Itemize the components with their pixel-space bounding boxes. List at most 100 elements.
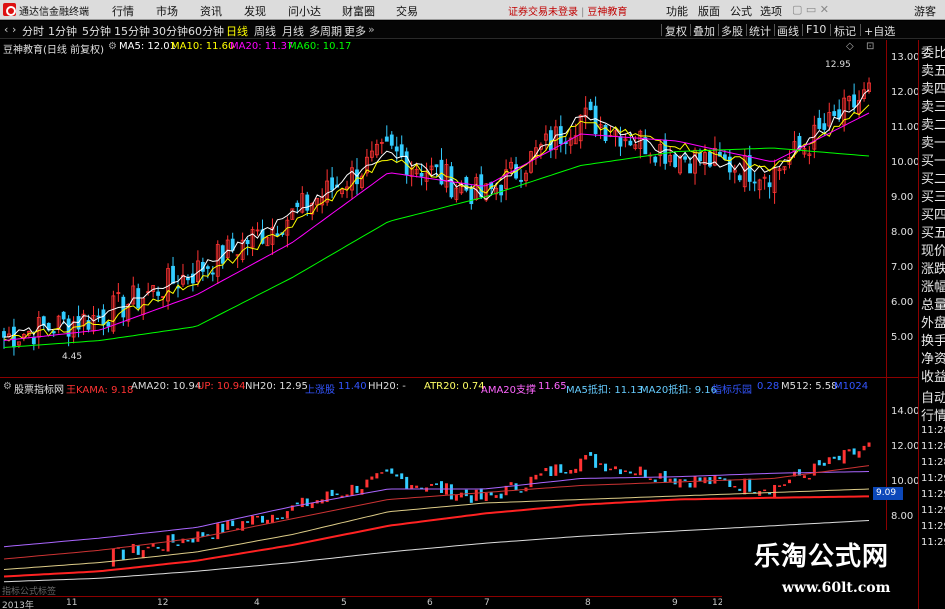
indicator-candle (280, 517, 284, 519)
quote-label: 买一 (921, 154, 945, 169)
indicator-candle (837, 455, 841, 461)
indicator-candle (246, 521, 250, 523)
add-favorite-button[interactable]: +自选 (864, 23, 895, 39)
indicator-candle (499, 493, 503, 499)
low-price-label: 4.45 (62, 352, 83, 362)
indicator-name[interactable]: 股票指标网 (14, 381, 64, 396)
axis-divider (886, 40, 887, 595)
menu-quotes[interactable]: 行情 (112, 3, 134, 19)
settings-gear-icon[interactable]: ⚙ (108, 41, 117, 52)
indicator-candle (335, 493, 339, 496)
tab-60min[interactable]: 60分钟 (188, 23, 224, 39)
multi-stock-button[interactable]: 多股 (721, 23, 743, 39)
tab-5min[interactable]: 5分钟 (82, 23, 111, 39)
menu-ask[interactable]: 问小达 (288, 3, 321, 19)
indicator-candle (613, 466, 617, 470)
menu-functions[interactable]: 功能 (666, 3, 688, 19)
indicator-gear-icon[interactable]: ⚙ (3, 381, 12, 392)
draw-line-button[interactable]: 画线 (777, 23, 799, 39)
menu-news[interactable]: 资讯 (200, 3, 222, 19)
indicator-candle (345, 494, 349, 496)
candle (628, 140, 633, 146)
price-tick: 8.00 (891, 227, 914, 238)
auto-toggle[interactable]: 自动 (921, 387, 945, 406)
f10-button[interactable]: F10 (806, 23, 826, 36)
quote-label: 买四 (921, 208, 945, 223)
quote-label: 买二 (921, 172, 945, 187)
candle (330, 177, 335, 191)
indicator-candle (599, 463, 603, 465)
pane-divider[interactable] (0, 377, 918, 378)
indicator-candle (464, 489, 468, 497)
menu-trade[interactable]: 交易 (396, 3, 418, 19)
indicator-candle (176, 544, 180, 546)
chart-close-icon[interactable]: ⊡ (866, 41, 874, 52)
tick-time: 11:28 (921, 441, 945, 452)
price-chart[interactable] (0, 54, 886, 377)
app-title: 通达信金融终端 (19, 7, 89, 18)
nav-right-icon[interactable]: › (12, 23, 16, 36)
indicator-candle (385, 469, 389, 472)
candle (588, 101, 593, 111)
menu-discover[interactable]: 发现 (244, 3, 266, 19)
mark-button[interactable]: 标记 (834, 23, 856, 39)
indicator-candle (703, 477, 707, 484)
menu-options[interactable]: 选项 (760, 3, 782, 19)
moving-average-lines (3, 89, 870, 348)
menu-market[interactable]: 市场 (156, 3, 178, 19)
candle (2, 331, 6, 338)
tab-monthly[interactable]: 月线 (282, 23, 304, 39)
indicator-candle (111, 548, 115, 567)
menu-wealth[interactable]: 财富圈 (342, 3, 375, 19)
tab-daily[interactable]: 日线 (226, 23, 248, 39)
candle (499, 184, 504, 196)
candle (653, 156, 658, 163)
tab-15min[interactable]: 15分钟 (114, 23, 150, 39)
ind-paradise-value: 0.28 (757, 381, 780, 392)
indicator-candle (295, 502, 299, 505)
indicator-candle (673, 478, 677, 485)
nav-left-icon[interactable]: ‹ (4, 23, 8, 36)
menu-formula[interactable]: 公式 (730, 3, 752, 19)
tab-multi-period[interactable]: 多周期 (309, 23, 342, 39)
indicator-candle (131, 543, 135, 554)
tab-weekly[interactable]: 周线 (254, 23, 276, 39)
candle (688, 163, 692, 174)
chart-diamond-icon[interactable]: ◇ (846, 41, 854, 52)
indicator-candle (484, 492, 488, 501)
candle (205, 266, 210, 269)
overlay-button[interactable]: 叠加 (693, 23, 715, 39)
tab-timeshare[interactable]: 分时 (22, 23, 44, 39)
indicator-candle (166, 535, 170, 552)
menu-layout[interactable]: 版面 (698, 3, 720, 19)
ind-up-stock: 上涨股 (305, 385, 335, 396)
indicator-candle (559, 464, 563, 473)
indicator-candle (539, 473, 543, 476)
more-chevron-icon[interactable]: » (368, 23, 375, 36)
window-controls[interactable]: ▢ ▭ ✕ (792, 3, 829, 16)
candle (822, 123, 827, 130)
login-status[interactable]: 证券交易未登录 | 豆神教育 (508, 3, 627, 18)
candle (305, 194, 310, 211)
indicator-candle (569, 470, 573, 474)
indicator-candle (778, 485, 782, 487)
candle (101, 309, 106, 326)
adjust-button[interactable]: 复权 (665, 23, 687, 39)
indicator-candle (738, 488, 742, 491)
quote-label: 净资 (921, 352, 945, 367)
indicator-candle (300, 497, 304, 508)
tab-more[interactable]: 更多 (344, 23, 366, 39)
watermark-title: 乐淘公式网 (754, 542, 890, 572)
tick-time: 11:28 (921, 425, 945, 436)
price-tick: 11.00 (891, 122, 920, 133)
indicator-candle (186, 540, 190, 542)
candle (852, 94, 857, 108)
quote-label: 外盘 (921, 316, 945, 331)
stats-button[interactable]: 统计 (749, 23, 771, 39)
market-tab[interactable]: 行情 (921, 405, 945, 424)
guest-label[interactable]: 游客 (914, 3, 936, 19)
indicator-candle (439, 481, 443, 493)
tab-1min[interactable]: 1分钟 (48, 23, 77, 39)
indicator-candle (469, 495, 473, 503)
tab-30min[interactable]: 30分钟 (152, 23, 188, 39)
